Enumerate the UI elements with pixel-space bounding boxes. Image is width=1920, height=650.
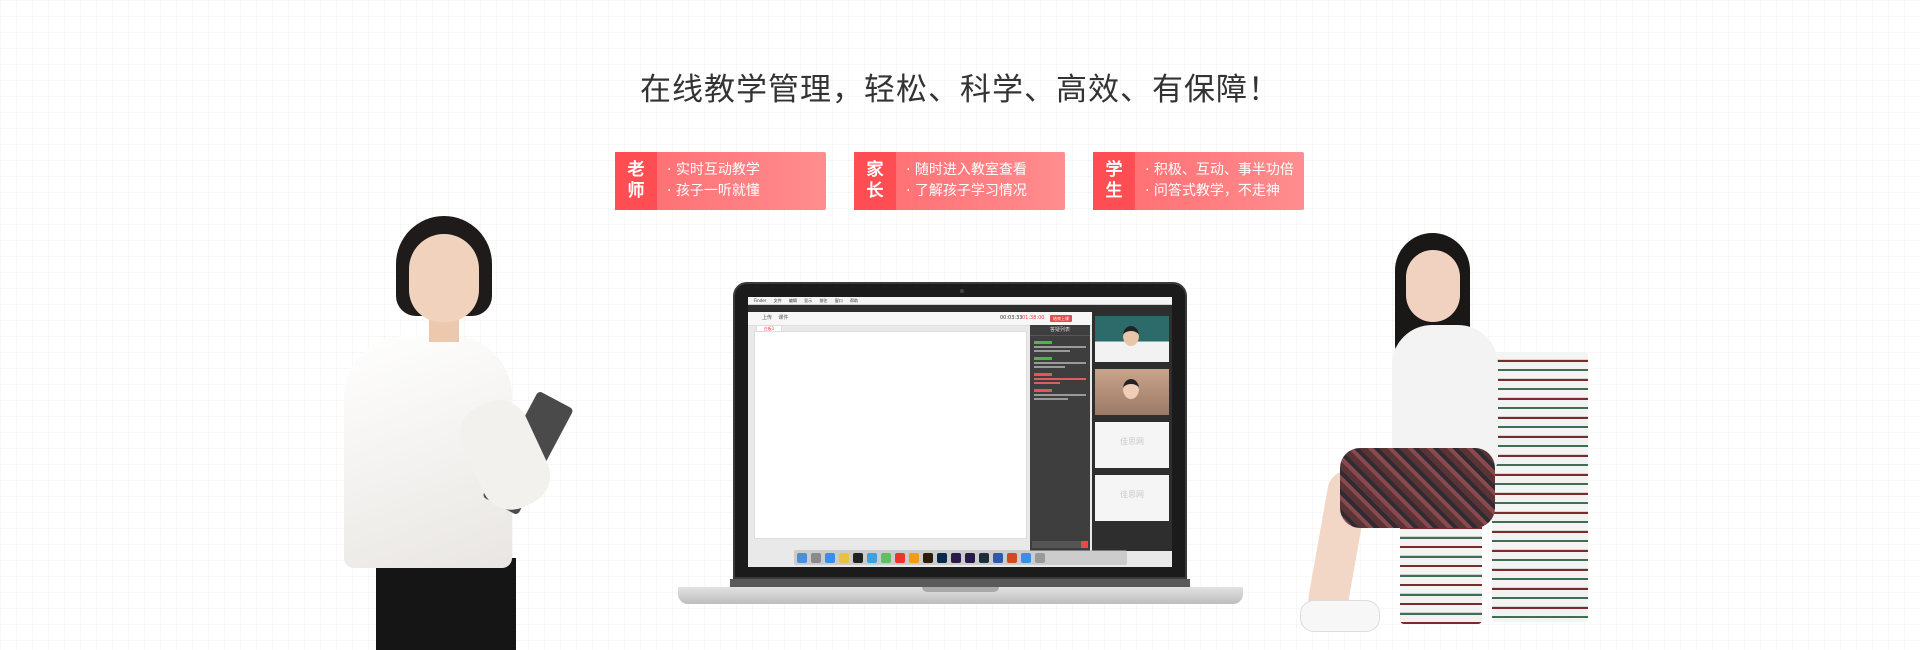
- menu-item[interactable]: 文件: [774, 298, 782, 303]
- qa-panel-title: 答疑列表: [1030, 325, 1090, 336]
- student-figure-skirt: [1340, 448, 1495, 528]
- student-figure-face: [1406, 250, 1460, 322]
- lightroom-icon[interactable]: [979, 552, 989, 563]
- qa-sender: [1034, 357, 1052, 360]
- wechat-icon[interactable]: [881, 552, 891, 563]
- menu-item[interactable]: 显示: [804, 298, 812, 303]
- qq-icon[interactable]: [853, 552, 863, 563]
- card-point: 了解孩子学习情况: [906, 181, 1027, 202]
- teacher-card: 老 师 实时互动教学 孩子一听就懂: [615, 152, 826, 210]
- teacher-figure-face: [409, 234, 479, 322]
- placeholder-logo: 佳思网: [1120, 437, 1144, 446]
- person-avatar: [1123, 326, 1139, 346]
- qa-message: [1034, 389, 1086, 400]
- laptop-hinge: [730, 579, 1190, 587]
- student-points: 积极、互动、事半功倍 问答式教学，不走神: [1135, 152, 1294, 210]
- role-char: 家: [866, 160, 884, 180]
- end-class-button[interactable]: 结束上课: [1050, 315, 1072, 322]
- card-point: 实时互动教学: [667, 160, 760, 181]
- teacher-video: [1095, 316, 1169, 362]
- qa-sender: [1034, 373, 1052, 376]
- elapsed-timer: 00:03:33: [1000, 315, 1023, 321]
- finder-icon[interactable]: [797, 552, 807, 563]
- powerpoint-icon[interactable]: [1007, 552, 1017, 563]
- student-card: 学 生 积极、互动、事半功倍 问答式教学，不走神: [1093, 152, 1304, 210]
- courseware-button[interactable]: 课件: [778, 315, 788, 321]
- whiteboard-canvas[interactable]: [754, 331, 1027, 539]
- qa-text-line: [1034, 362, 1086, 364]
- mac-menubar: Finder 文件 编辑 显示 前往 窗口 帮助: [748, 297, 1172, 305]
- app-store-icon[interactable]: [1021, 552, 1031, 563]
- role-char: 生: [1105, 181, 1123, 201]
- trash-icon[interactable]: [1049, 552, 1059, 563]
- remaining-timer: 01:38:00: [1022, 315, 1045, 321]
- photoshop-icon[interactable]: [937, 552, 947, 563]
- parent-card: 家 长 随时进入教室查看 了解孩子学习情况: [854, 152, 1065, 210]
- teacher-figure-skirt: [376, 558, 516, 650]
- empty-video-slot: 佳思网: [1095, 422, 1169, 468]
- menu-item[interactable]: Finder: [754, 298, 766, 303]
- card-point: 积极、互动、事半功倍: [1145, 160, 1294, 181]
- role-char: 学: [1105, 160, 1123, 180]
- qa-message: [1034, 357, 1086, 368]
- menu-item[interactable]: 编辑: [789, 298, 797, 303]
- student-shoe: [1300, 600, 1380, 632]
- teacher-points: 实时互动教学 孩子一听就懂: [657, 152, 760, 210]
- qa-text-line: [1034, 350, 1071, 352]
- role-char: 老: [627, 160, 645, 180]
- card-point: 随时进入教室查看: [906, 160, 1027, 181]
- video-column: 佳思网 佳思网: [1092, 311, 1172, 551]
- illustrator-icon[interactable]: [923, 552, 933, 563]
- qa-input[interactable]: [1032, 541, 1088, 548]
- parent-role-label: 家 长: [854, 152, 896, 210]
- qa-message: [1034, 341, 1086, 352]
- upload-button[interactable]: 上传: [762, 315, 772, 321]
- qa-text-line: [1034, 382, 1060, 384]
- laptop-screen: Finder 文件 编辑 显示 前往 窗口 帮助 上传 课件 00:03:33 …: [733, 282, 1187, 579]
- placeholder-logo: 佳思网: [1120, 490, 1144, 499]
- word-icon[interactable]: [993, 552, 1003, 563]
- parent-points: 随时进入教室查看 了解孩子学习情况: [896, 152, 1027, 210]
- menu-item[interactable]: 前往: [819, 298, 827, 303]
- role-char: 师: [627, 181, 645, 201]
- send-icon[interactable]: [1081, 541, 1088, 548]
- menu-item[interactable]: 窗口: [835, 298, 843, 303]
- book-stack: [1492, 352, 1588, 622]
- app-icon[interactable]: [895, 552, 905, 563]
- launchpad-icon[interactable]: [811, 552, 821, 563]
- chrome-icon[interactable]: [839, 552, 849, 563]
- qa-sender: [1034, 341, 1052, 344]
- student-role-label: 学 生: [1093, 152, 1135, 210]
- card-point: 孩子一听就懂: [667, 181, 760, 202]
- after-effects-icon[interactable]: [951, 552, 961, 563]
- qa-sender: [1034, 389, 1052, 392]
- teacher-role-label: 老 师: [615, 152, 657, 210]
- qa-text-line: [1034, 366, 1066, 368]
- person-avatar: [1123, 379, 1139, 399]
- qa-panel: 答疑列表: [1030, 325, 1090, 551]
- settings-icon[interactable]: [1035, 552, 1045, 563]
- mac-dock: [794, 550, 1127, 565]
- camera-icon: [960, 289, 964, 293]
- safari-icon[interactable]: [825, 552, 835, 563]
- qa-text-line: [1034, 346, 1086, 348]
- role-char: 长: [866, 181, 884, 201]
- qa-text-line: [1034, 394, 1086, 396]
- qa-text-line: [1034, 378, 1086, 380]
- empty-video-slot: 佳思网: [1095, 475, 1169, 521]
- qa-text-line: [1034, 398, 1068, 400]
- student-video: [1095, 369, 1169, 415]
- app-icon[interactable]: [909, 552, 919, 563]
- classroom-app-display: Finder 文件 编辑 显示 前往 窗口 帮助 上传 课件 00:03:33 …: [748, 297, 1172, 567]
- qa-message: [1034, 373, 1086, 384]
- app-icon[interactable]: [867, 552, 877, 563]
- premiere-icon[interactable]: [965, 552, 975, 563]
- menu-item[interactable]: 帮助: [850, 298, 858, 303]
- card-point: 问答式教学，不走神: [1145, 181, 1294, 202]
- page-headline: 在线教学管理，轻松、科学、高效、有保障！: [640, 72, 1280, 108]
- laptop-base: [678, 587, 1243, 604]
